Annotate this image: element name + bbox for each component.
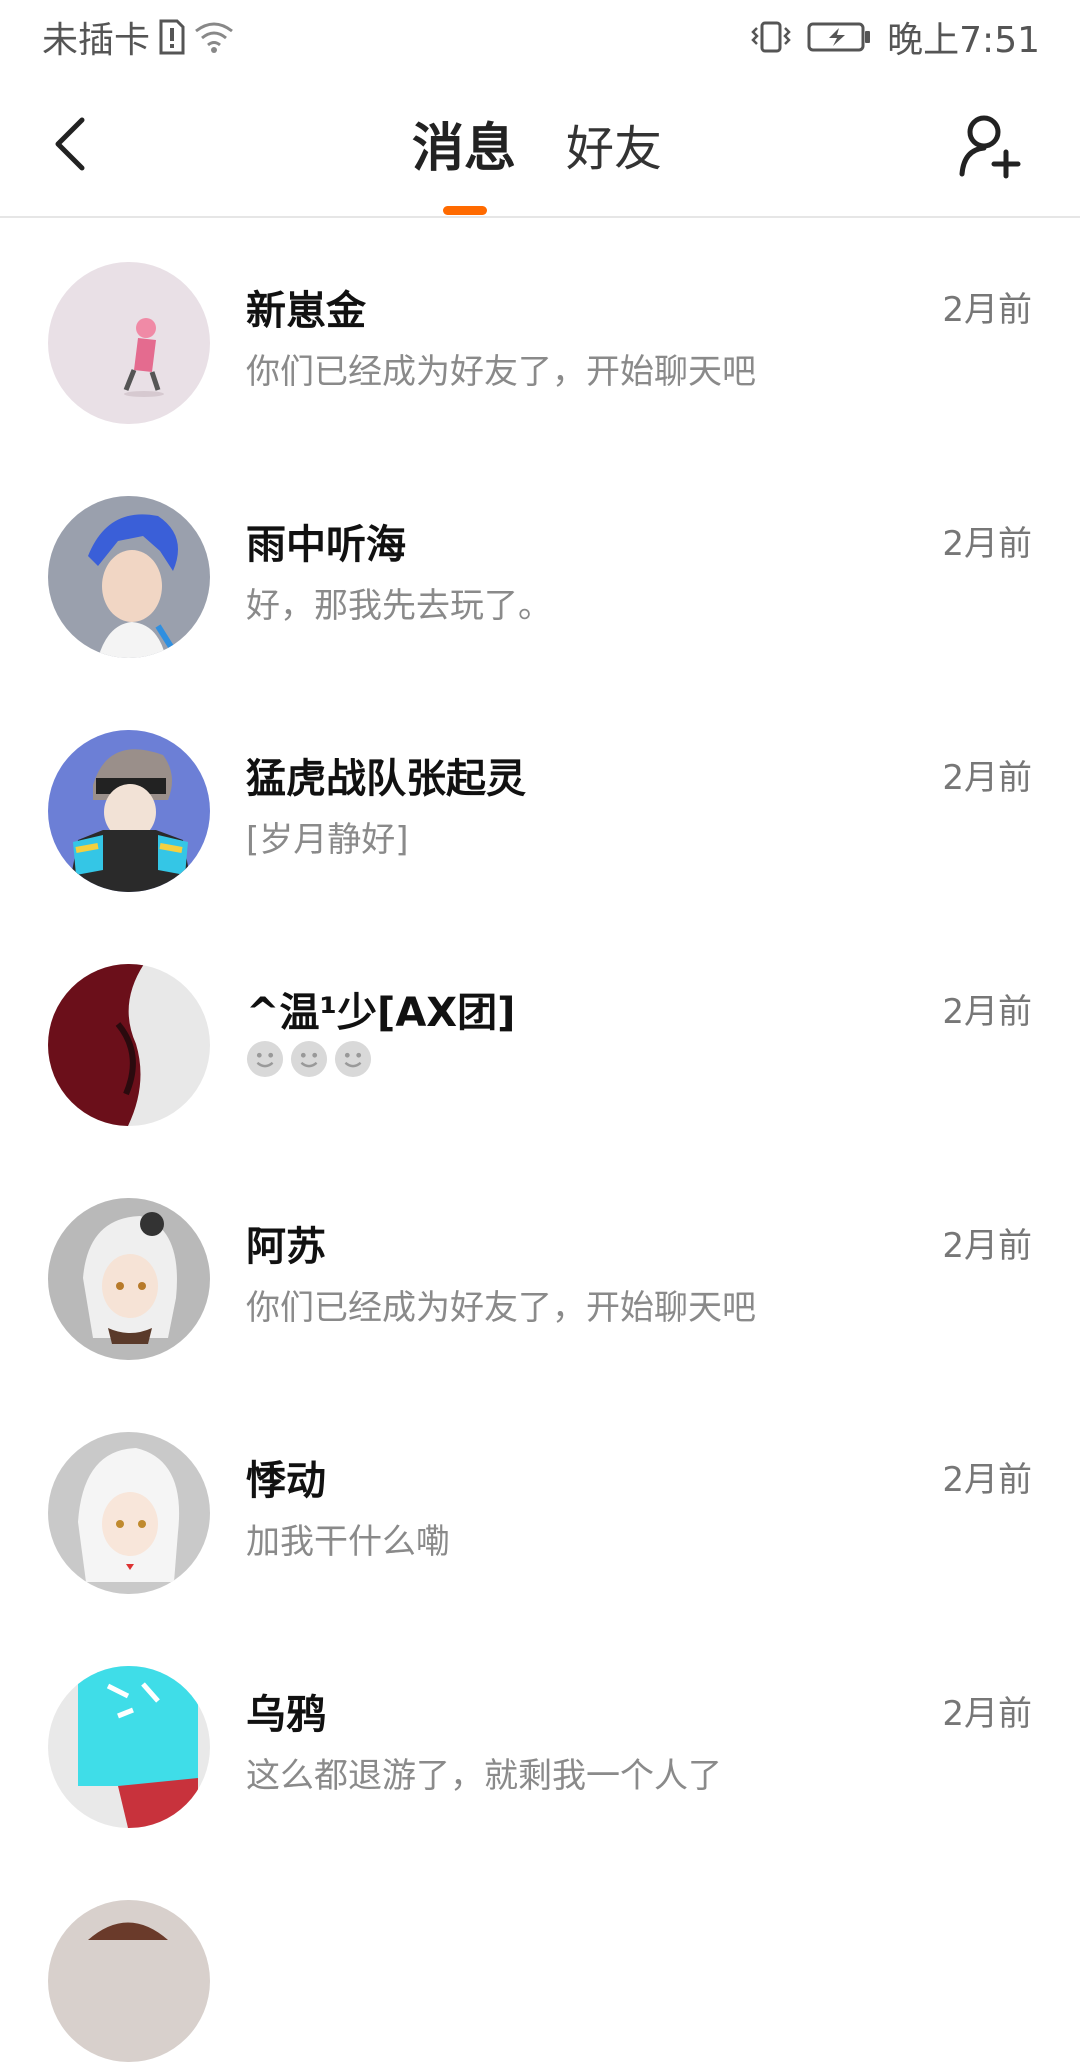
message-time: 2月前 (942, 524, 1032, 564)
avatar-image (88, 1922, 168, 1940)
avatar-image (78, 1666, 198, 1828)
avatar-image (88, 514, 181, 658)
vibrate-icon (751, 21, 791, 53)
back-icon[interactable] (44, 112, 100, 176)
conversation-item[interactable]: 新崽金 你们已经成为好友了，开始聊天吧 2月前 (0, 218, 1080, 452)
header: 消息 好友 (0, 76, 1080, 218)
conversation-item[interactable]: 雨中听海 好，那我先去玩了。 2月前 (0, 452, 1080, 686)
avatar[interactable] (48, 1900, 210, 2062)
contact-name: 阿苏 (246, 1224, 326, 1270)
status-right: 晚上7:51 (749, 12, 1040, 62)
avatar-image (123, 318, 164, 397)
message-time: 2月前 (942, 758, 1032, 798)
message-preview: 加我干什么嘞 (246, 1522, 450, 1562)
avatar[interactable] (48, 1432, 210, 1594)
message-preview: 你们已经成为好友了，开始聊天吧 (246, 352, 756, 392)
message-time: 2月前 (942, 1226, 1032, 1266)
contact-name: 猛虎战队张起灵 (246, 756, 526, 802)
avatar[interactable] (48, 1198, 210, 1360)
status-bar: 未插卡 晚上7:51 (0, 0, 1080, 76)
conversation-item[interactable]: 悸动 加我干什么嘞 2月前 (0, 1388, 1080, 1622)
emoji-preview (246, 1040, 372, 1078)
message-preview: [岁月静好] (246, 820, 409, 860)
message-time: 2月前 (942, 1694, 1032, 1734)
wifi-icon (195, 22, 233, 53)
smiley-icon (246, 1040, 284, 1078)
message-preview: 这么都退游了，就剩我一个人了 (246, 1756, 722, 1796)
avatar-image (83, 1212, 177, 1344)
status-left: 未插卡 (42, 12, 234, 62)
conversation-item[interactable]: ^温¹少[AX团] 2月前 (0, 920, 1080, 1154)
tab-messages[interactable]: 消息 (412, 114, 516, 184)
avatar[interactable] (48, 1666, 210, 1828)
tab-bar: 消息 好友 (412, 114, 662, 184)
sim-alert-icon (159, 19, 185, 55)
message-preview: 你们已经成为好友了，开始聊天吧 (246, 1288, 756, 1328)
add-friend-icon[interactable] (958, 112, 1022, 180)
avatar[interactable] (48, 262, 210, 424)
avatar[interactable] (48, 730, 210, 892)
status-time: 晚上7:51 (887, 20, 1040, 61)
contact-name: 雨中听海 (246, 522, 406, 568)
tab-friends[interactable]: 好友 (566, 114, 662, 184)
avatar-image (78, 1448, 180, 1582)
message-preview: 好，那我先去玩了。 (246, 586, 552, 626)
active-tab-indicator (443, 206, 487, 215)
battery-charging-icon (807, 22, 871, 52)
contact-name: 乌鸦 (246, 1692, 326, 1738)
avatar-image (68, 749, 193, 892)
conversation-item[interactable] (0, 1856, 1080, 2062)
conversation-item[interactable]: 乌鸦 这么都退游了，就剩我一个人了 2月前 (0, 1622, 1080, 1856)
avatar[interactable] (48, 964, 210, 1126)
smiley-icon (290, 1040, 328, 1078)
contact-name: ^温¹少[AX团] (246, 990, 516, 1036)
message-list: 新崽金 你们已经成为好友了，开始聊天吧 2月前 雨中听海 好，那我先去玩了。 2… (0, 218, 1080, 2062)
carrier-label: 未插卡 (42, 20, 151, 61)
avatar[interactable] (48, 496, 210, 658)
avatar-image (48, 964, 144, 1126)
conversation-item[interactable]: 阿苏 你们已经成为好友了，开始聊天吧 2月前 (0, 1154, 1080, 1388)
message-time: 2月前 (942, 1460, 1032, 1500)
message-time: 2月前 (942, 290, 1032, 330)
message-time: 2月前 (942, 992, 1032, 1032)
contact-name: 悸动 (246, 1458, 326, 1504)
contact-name: 新崽金 (246, 288, 366, 334)
conversation-item[interactable]: 猛虎战队张起灵 [岁月静好] 2月前 (0, 686, 1080, 920)
smiley-icon (334, 1040, 372, 1078)
